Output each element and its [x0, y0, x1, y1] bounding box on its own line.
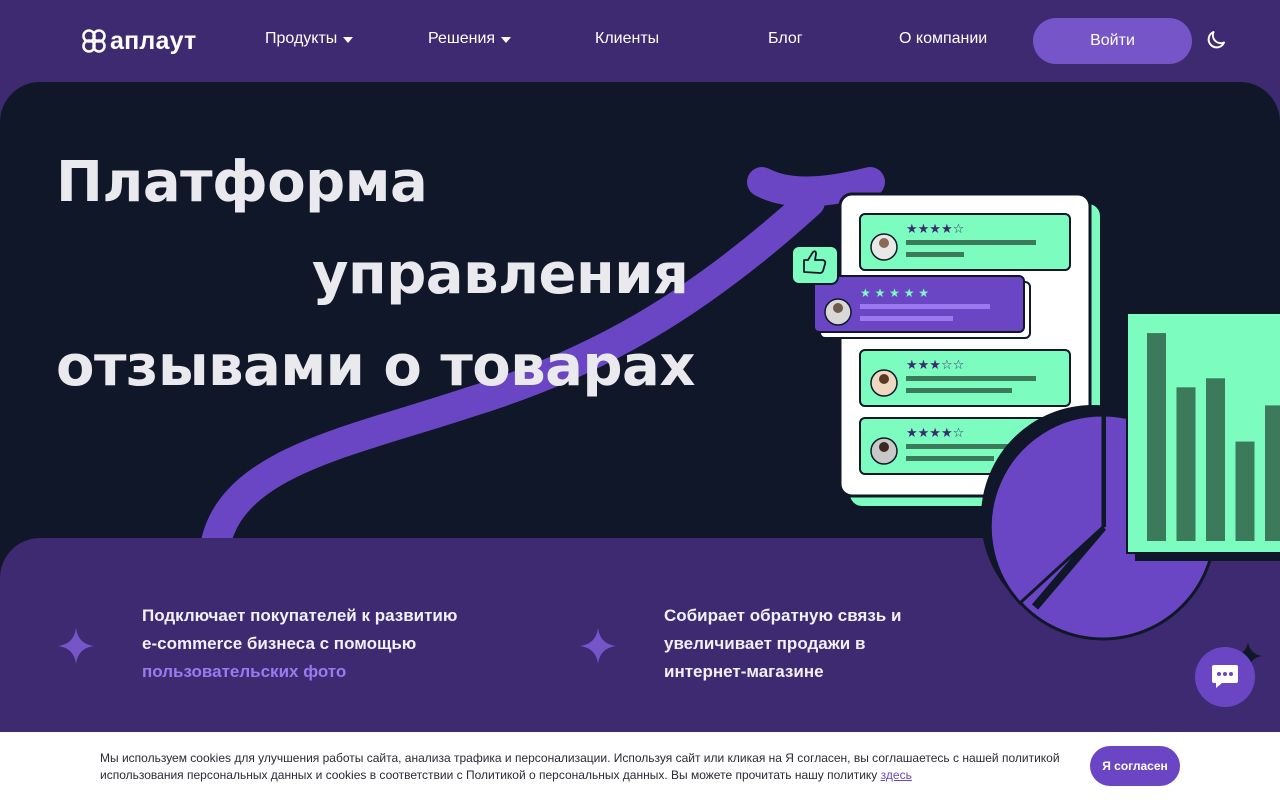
- nav-products[interactable]: Продукты: [265, 30, 354, 48]
- bar-chart-bar: [1265, 405, 1280, 541]
- moon-icon[interactable]: [1204, 28, 1228, 52]
- nav-products-label: Продукты: [265, 30, 338, 47]
- analytics-illustration: [981, 312, 1280, 667]
- bar-chart-bar: [1176, 387, 1196, 541]
- logo[interactable]: аплаут: [82, 26, 196, 56]
- feature-right-line-3: интернет-магазине: [664, 662, 824, 681]
- feature-left-text: Подключает покупателей к развитию e-comm…: [142, 602, 457, 686]
- cookie-agree-button[interactable]: Я согласен: [1090, 746, 1180, 786]
- cookie-policy-link[interactable]: здесь: [881, 768, 912, 782]
- login-button[interactable]: Войти: [1033, 18, 1192, 64]
- hero-title-line-3: отзывами о товарах: [56, 334, 695, 399]
- feature-left-accent: пользовательских фото: [142, 662, 347, 681]
- nav-blog-label: Блог: [768, 30, 803, 47]
- chevron-down-icon: [501, 37, 512, 43]
- feature-left-line-2: e-commerce бизнеса с помощью: [142, 634, 417, 653]
- svg-text:★★★☆☆: ★★★☆☆: [906, 358, 964, 373]
- bar-chart-bar: [1147, 333, 1166, 541]
- nav-solutions-label: Решения: [428, 30, 496, 47]
- svg-text:★★★★☆: ★★★★☆: [906, 426, 964, 441]
- bar-chart-bar: [1206, 378, 1225, 541]
- chat-bubble-icon: [1212, 665, 1238, 688]
- cookie-banner: Мы используем cookies для улучшения рабо…: [0, 732, 1280, 800]
- hero-section: Платформа управления отзывами о товарах …: [0, 82, 1280, 742]
- cookie-text-line-1: Мы используем cookies для улучшения рабо…: [100, 751, 999, 765]
- nav-clients[interactable]: Клиенты: [595, 30, 659, 48]
- logo-text: аплаут: [110, 26, 197, 55]
- hero-title-line-1: Платформа: [56, 150, 428, 215]
- svg-text:★★★★☆: ★★★★☆: [906, 222, 964, 237]
- feature-right-text: Собирает обратную связь и увеличивает пр…: [664, 602, 901, 686]
- feature-left-line-1: Подключает покупателей к развитию: [142, 606, 458, 625]
- nav-clients-label: Клиенты: [595, 30, 660, 47]
- nav-blog[interactable]: Блог: [768, 30, 803, 48]
- chat-button[interactable]: [1195, 647, 1255, 707]
- bar-chart-bar: [1235, 441, 1255, 541]
- sparkle-icon: [58, 628, 94, 664]
- svg-text:★ ★ ★ ★ ★: ★ ★ ★ ★ ★: [860, 286, 929, 300]
- sparkle-icon: [580, 628, 616, 664]
- feature-right-line-1: Собирает обратную связь и: [664, 606, 902, 625]
- chevron-down-icon: [343, 37, 354, 43]
- nav-about[interactable]: О компании: [899, 30, 987, 48]
- nav-solutions[interactable]: Решения: [428, 30, 512, 48]
- hero-title-line-2: управления: [312, 242, 689, 307]
- cookie-text: Мы используем cookies для улучшения рабо…: [100, 750, 1060, 784]
- feature-right-line-2: увеличивает продажи в: [664, 634, 866, 653]
- logo-mark-icon: [82, 29, 106, 53]
- site-header: аплаут Продукты Решения Клиенты Блог О к…: [0, 0, 1280, 82]
- nav-about-label: О компании: [899, 30, 988, 47]
